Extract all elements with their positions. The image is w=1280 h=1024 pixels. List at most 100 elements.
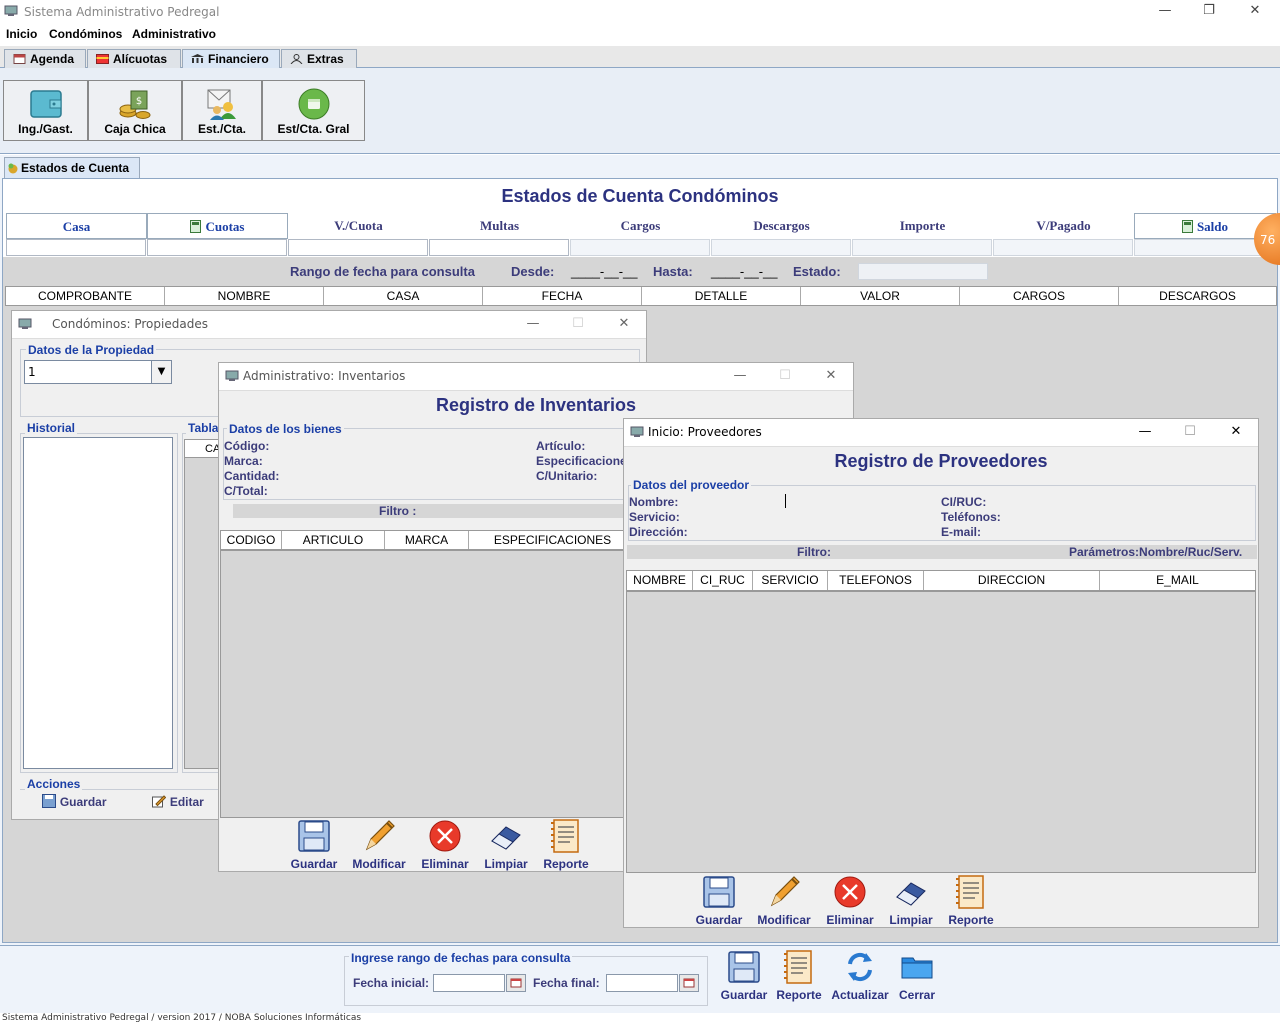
v-pagado-field	[993, 239, 1133, 256]
grid-col-detalle[interactable]: DETALLE	[642, 287, 801, 305]
app-icon	[4, 5, 18, 16]
tab-estados-cuenta[interactable]: Estados de Cuenta	[4, 157, 141, 178]
title-bar: Sistema Administrativo Pedregal — ❐ ✕	[0, 0, 1280, 24]
propiedades-title: Condóminos: Propiedades	[52, 317, 208, 331]
col-v-cuota: V./Cuota	[334, 218, 383, 233]
tab-extras[interactable]: Extras	[281, 49, 357, 68]
menu-administrativo[interactable]: Administrativo	[132, 27, 216, 41]
col-casa[interactable]: Casa	[6, 213, 147, 239]
col-cuotas[interactable]: Cuotas	[147, 213, 288, 239]
tabla-grid[interactable]: CA	[184, 439, 222, 769]
propiedades-editar-button[interactable]: Editar	[152, 794, 204, 809]
est-cta-button[interactable]: Est./Cta.	[182, 80, 262, 141]
prov-col-ci-ruc[interactable]: CI_RUC	[693, 571, 753, 590]
inventarios-heading: Registro de Inventarios	[435, 395, 637, 415]
v-cuota-field[interactable]	[288, 239, 428, 256]
inv-reporte-button[interactable]: Reporte	[536, 819, 596, 871]
bottom-cerrar-button[interactable]: Cerrar	[887, 950, 947, 1002]
calendar-icon	[683, 978, 695, 988]
propiedad-select[interactable]: 1 ▼	[24, 360, 172, 384]
tab-financiero-label: Financiero	[208, 52, 269, 66]
inv-col-articulo[interactable]: ARTICULO	[282, 531, 385, 549]
report-icon	[784, 950, 812, 984]
inventarios-close[interactable]: ✕	[817, 365, 845, 387]
restore-button[interactable]: ❐	[1186, 0, 1232, 24]
estado-field[interactable]	[858, 263, 988, 280]
inventarios-minimize[interactable]: —	[726, 365, 754, 387]
prov-col-servicio[interactable]: SERVICIO	[753, 571, 828, 590]
range-label: Rango de fecha para consulta	[290, 264, 475, 279]
grid-col-nombre[interactable]: NOMBRE	[165, 287, 324, 305]
close-button[interactable]: ✕	[1232, 0, 1278, 24]
estados-summary-columns: Casa Cuotas V./Cuota Multas Cargos Desca…	[6, 213, 1276, 239]
historial-list[interactable]	[23, 437, 173, 769]
grid-col-cargos[interactable]: CARGOS	[960, 287, 1119, 305]
proveedores-maximize[interactable]: ☐	[1176, 421, 1204, 443]
grid-col-descargos[interactable]: DESCARGOS	[1119, 287, 1276, 305]
inv-col-codigo[interactable]: CODIGO	[221, 531, 282, 549]
proveedores-title: Inicio: Proveedores	[648, 425, 762, 439]
inv-modificar-button[interactable]: Modificar	[349, 819, 409, 871]
proveedores-minimize[interactable]: —	[1131, 421, 1159, 443]
codigo-label: Código:	[224, 439, 270, 453]
tab-alicuotas[interactable]: Alícuotas	[87, 49, 181, 68]
inv-col-marca[interactable]: MARCA	[385, 531, 469, 549]
marca-label: Marca:	[224, 454, 263, 468]
hasta-value[interactable]: ____-__-__	[711, 264, 778, 279]
prov-col-email[interactable]: E_MAIL	[1100, 571, 1255, 590]
estado-label: Estado:	[793, 264, 841, 279]
propiedades-guardar-button[interactable]: Guardar	[42, 794, 107, 809]
propiedades-close[interactable]: ✕	[610, 313, 638, 335]
tab-extras-label: Extras	[307, 52, 344, 66]
hasta-label: Hasta:	[653, 264, 693, 279]
grid-col-valor[interactable]: VALOR	[801, 287, 960, 305]
caja-chica-button[interactable]: $ Caja Chica	[88, 80, 182, 141]
inv-guardar-button[interactable]: Guardar	[284, 819, 344, 871]
prov-modificar-button[interactable]: Modificar	[754, 875, 814, 927]
prov-guardar-button[interactable]: Guardar	[689, 875, 749, 927]
propiedades-minimize[interactable]: —	[519, 313, 547, 335]
proveedores-close[interactable]: ✕	[1222, 421, 1250, 443]
prov-col-nombre[interactable]: NOMBRE	[627, 571, 693, 590]
desde-value[interactable]: ____-__-__	[571, 264, 638, 279]
window-icon	[225, 370, 239, 381]
fecha-final-input[interactable]	[606, 974, 678, 992]
fecha-inicial-calendar-button[interactable]	[506, 974, 526, 992]
est-cta-gral-button[interactable]: Est/Cta. Gral	[262, 80, 365, 141]
menu-condominos[interactable]: Condóminos	[49, 27, 122, 41]
inventarios-maximize: ☐	[779, 368, 791, 383]
inv-col-especificaciones[interactable]: ESPECIFICACIONES	[469, 531, 637, 549]
casa-field[interactable]	[6, 239, 146, 256]
menu-inicio[interactable]: Inicio	[6, 27, 37, 41]
cash-icon: $	[119, 90, 151, 119]
est-cta-gral-label: Est/Cta. Gral	[277, 122, 350, 136]
prov-col-direccion[interactable]: DIRECCION	[924, 571, 1100, 590]
fecha-inicial-input[interactable]	[433, 974, 505, 992]
minimize-button[interactable]: —	[1142, 0, 1188, 24]
grid-col-comprobante[interactable]: COMPROBANTE	[6, 287, 165, 305]
delete-icon	[834, 876, 866, 908]
proveedores-grid-body[interactable]	[626, 591, 1256, 873]
fecha-final-label: Fecha final:	[533, 976, 600, 990]
grid-col-casa[interactable]: CASA	[324, 287, 483, 305]
bank-icon	[191, 54, 204, 63]
tab-agenda[interactable]: Agenda	[4, 49, 86, 68]
prov-col-telefonos[interactable]: TELEFONOS	[828, 571, 924, 590]
ing-gast-button[interactable]: Ing./Gast.	[3, 80, 88, 141]
proveedores-filtro-label: Filtro:	[797, 545, 831, 559]
window-title: Sistema Administrativo Pedregal	[24, 5, 220, 19]
email-label: E-mail:	[941, 525, 982, 539]
col-cuotas-label: Cuotas	[205, 219, 245, 234]
fecha-final-calendar-button[interactable]	[679, 974, 699, 992]
prov-reporte-button[interactable]: Reporte	[941, 875, 1001, 927]
acciones-label: Acciones	[25, 777, 83, 791]
cuotas-field[interactable]	[147, 239, 287, 256]
tab-estados-cuenta-label: Estados de Cuenta	[21, 161, 130, 175]
floppy-icon	[703, 876, 735, 908]
grid-col-fecha[interactable]: FECHA	[483, 287, 642, 305]
col-importe: Importe	[899, 218, 946, 233]
cantidad-label: Cantidad:	[224, 469, 280, 483]
tab-financiero[interactable]: Financiero	[182, 49, 280, 68]
multas-field[interactable]	[429, 239, 569, 256]
chevron-down-icon[interactable]: ▼	[151, 361, 171, 383]
